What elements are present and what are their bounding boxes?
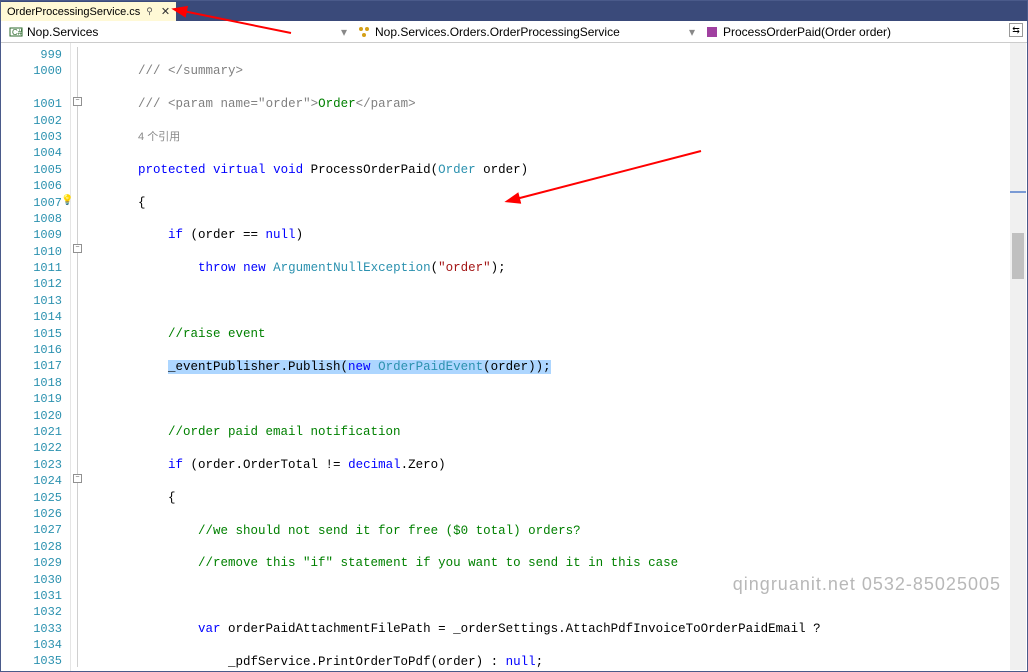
line-number: 1034 <box>1 637 62 653</box>
line-number: 1026 <box>1 506 62 522</box>
scrollbar-thumb[interactable] <box>1012 233 1024 279</box>
line-number: 1029 <box>1 555 62 571</box>
line-number: 999 <box>1 47 62 63</box>
line-number: 1017 <box>1 358 62 374</box>
line-number: 1025 <box>1 490 62 506</box>
breadcrumb-member[interactable]: ProcessOrderPaid(Order order) <box>701 25 895 39</box>
line-number: 1023 <box>1 457 62 473</box>
line-number: 1033 <box>1 621 62 637</box>
line-number: 1015 <box>1 326 62 342</box>
tab-bar: OrderProcessingService.cs ⚲ ✕ <box>1 1 1027 21</box>
fold-column: − 💡 − − <box>71 43 87 671</box>
line-number: 1030 <box>1 572 62 588</box>
line-number: 1021 <box>1 424 62 440</box>
method-icon <box>705 25 719 39</box>
line-number: 1014 <box>1 309 62 325</box>
line-number: 1027 <box>1 522 62 538</box>
line-number: 1007 <box>1 195 62 211</box>
line-number: 1016 <box>1 342 62 358</box>
line-number: 1004 <box>1 145 62 161</box>
line-number: 1009 <box>1 227 62 243</box>
line-number: 1028 <box>1 539 62 555</box>
editor-area: 9991000100110021003100410051006100710081… <box>1 43 1027 671</box>
tab-title: OrderProcessingService.cs <box>7 6 140 18</box>
breadcrumb-scope[interactable]: C# Nop.Services <box>5 25 335 39</box>
fold-toggle[interactable]: − <box>73 97 82 106</box>
line-number: 1003 <box>1 129 62 145</box>
line-number: 1001 <box>1 96 62 112</box>
line-number <box>1 80 62 96</box>
svg-text:C#: C# <box>12 28 23 37</box>
line-number: 1019 <box>1 391 62 407</box>
fold-toggle[interactable]: − <box>73 474 82 483</box>
breadcrumb-class[interactable]: Nop.Services.Orders.OrderProcessingServi… <box>353 25 683 39</box>
line-number: 1006 <box>1 178 62 194</box>
line-number: 1032 <box>1 604 62 620</box>
line-number: 1000 <box>1 63 62 79</box>
csharp-icon: C# <box>9 25 23 39</box>
class-icon <box>357 25 371 39</box>
vertical-scrollbar[interactable] <box>1010 43 1026 670</box>
line-number: 1035 <box>1 653 62 669</box>
split-icon[interactable]: ⇆ <box>1009 23 1023 37</box>
code-content[interactable]: /// </summary> /// <param name="order">O… <box>87 43 1027 671</box>
line-number: 1005 <box>1 162 62 178</box>
breadcrumb-scope-label: Nop.Services <box>27 25 98 39</box>
chevron-down-icon[interactable]: ▾ <box>335 25 353 39</box>
lightbulb-icon[interactable]: 💡 <box>61 195 73 207</box>
fold-toggle[interactable]: − <box>73 244 82 253</box>
line-number: 1002 <box>1 113 62 129</box>
codelens-refs[interactable]: 4 个引用 <box>138 131 180 143</box>
line-number: 1022 <box>1 440 62 456</box>
line-number: 1012 <box>1 276 62 292</box>
pin-icon[interactable]: ⚲ <box>146 6 153 17</box>
chevron-down-icon[interactable]: ▾ <box>683 25 701 39</box>
line-number: 1013 <box>1 293 62 309</box>
breadcrumb-class-label: Nop.Services.Orders.OrderProcessingServi… <box>375 25 620 39</box>
xml-comment: /// <box>138 64 168 78</box>
breadcrumb-bar: C# Nop.Services ▾ Nop.Services.Orders.Or… <box>1 21 1027 43</box>
line-number: 1011 <box>1 260 62 276</box>
scrollbar-marker <box>1010 191 1026 193</box>
close-icon[interactable]: ✕ <box>161 5 170 18</box>
file-tab[interactable]: OrderProcessingService.cs ⚲ ✕ <box>1 1 176 21</box>
line-number: 1008 <box>1 211 62 227</box>
line-number: 1010 <box>1 244 62 260</box>
line-number: 1018 <box>1 375 62 391</box>
line-number: 1024 <box>1 473 62 489</box>
breadcrumb-member-label: ProcessOrderPaid(Order order) <box>723 25 891 39</box>
line-number: 1031 <box>1 588 62 604</box>
editor-window: OrderProcessingService.cs ⚲ ✕ C# Nop.Ser… <box>0 0 1028 672</box>
line-number: 1020 <box>1 408 62 424</box>
line-number-gutter: 9991000100110021003100410051006100710081… <box>1 43 71 671</box>
